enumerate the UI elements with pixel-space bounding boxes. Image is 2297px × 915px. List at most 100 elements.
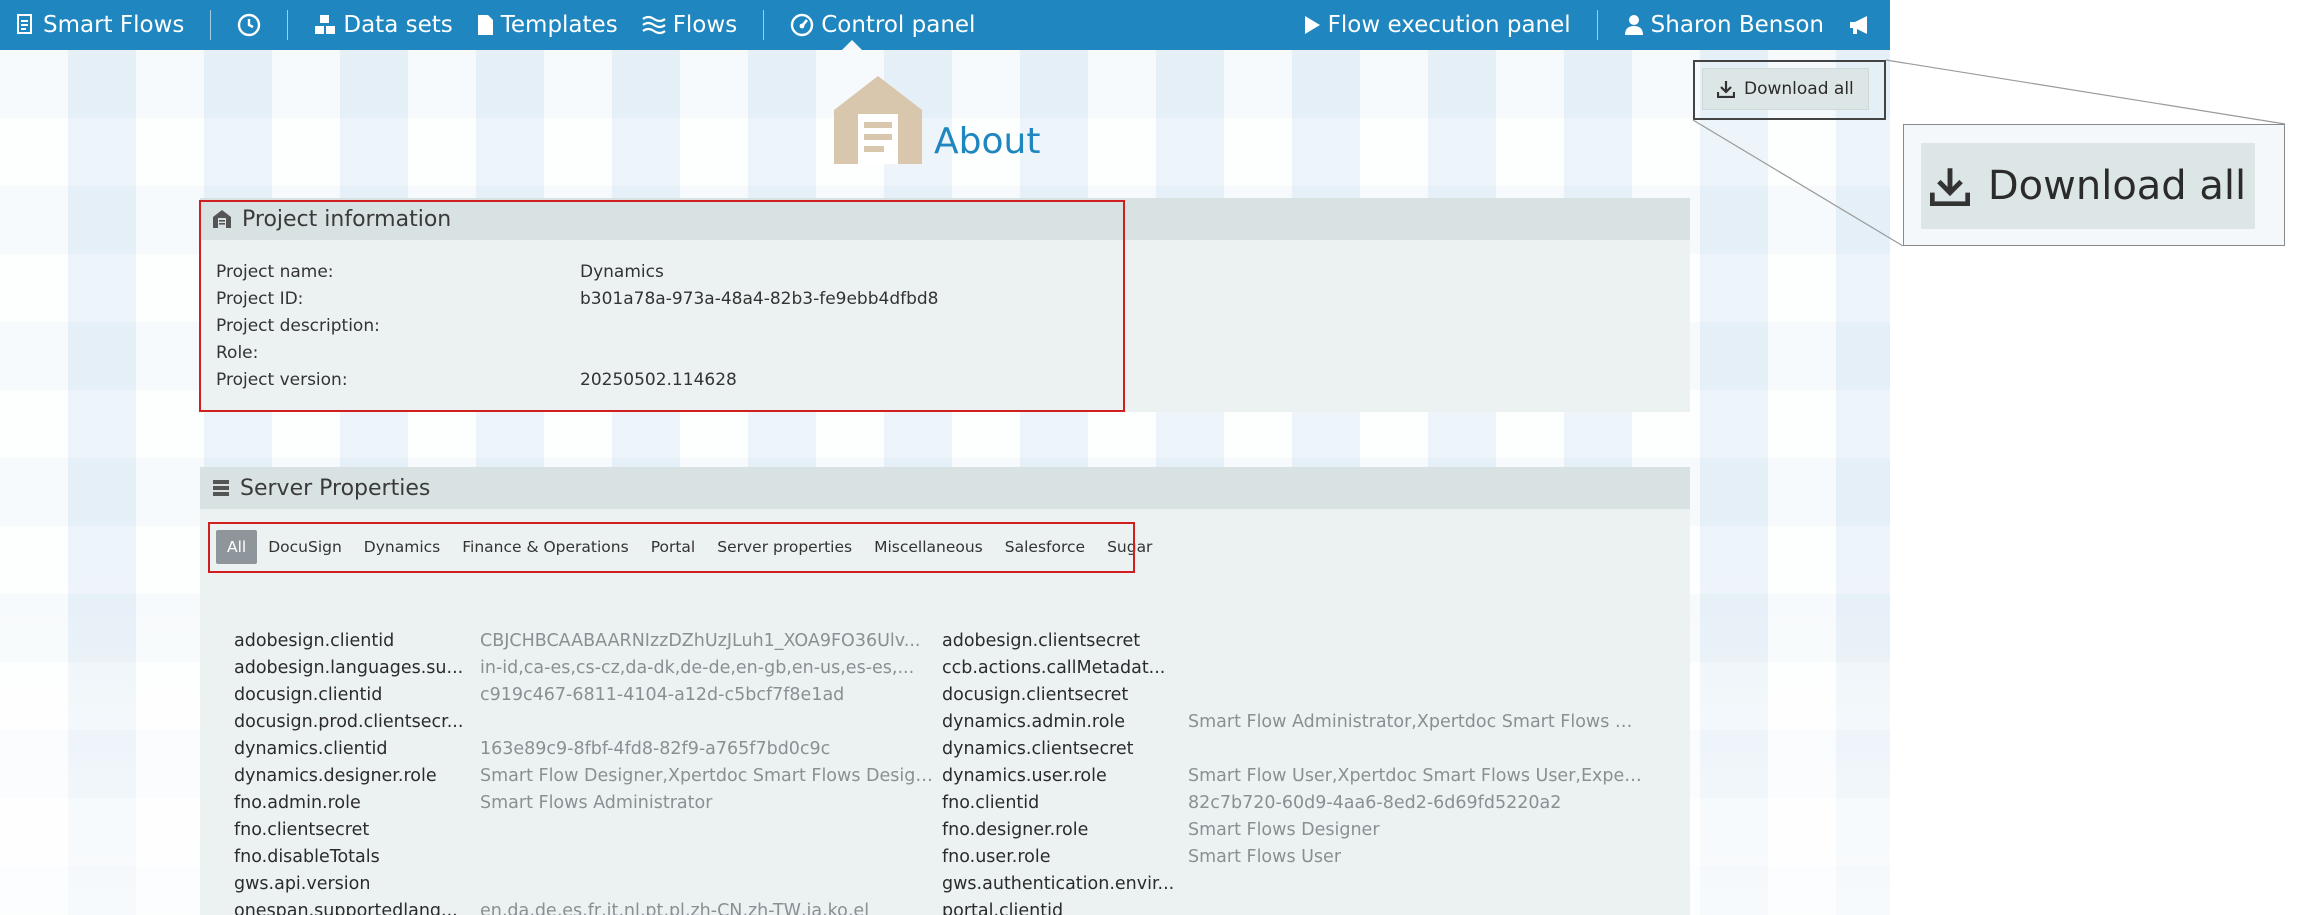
brand-label: Smart Flows	[43, 12, 185, 38]
property-key: ccb.actions.callMetadat...	[942, 657, 1166, 678]
info-value: b301a78a-973a-48a4-82b3-fe9ebb4dfbd8	[580, 288, 939, 309]
property-key: gws.authentication.envir...	[942, 873, 1175, 894]
tab-miscellaneous[interactable]: Miscellaneous	[863, 530, 994, 564]
nav-control-panel[interactable]: Control panel	[778, 0, 987, 50]
property-filter-tabs: All DocuSign Dynamics Finance & Operatio…	[216, 530, 1163, 564]
table-row: dynamics.designer.role Smart Flow Design…	[234, 762, 1644, 789]
property-key: fno.clientsecret	[234, 819, 370, 840]
about-header: About	[830, 74, 1040, 166]
property-value: Smart Flows User	[1188, 846, 1342, 867]
megaphone-icon	[1850, 16, 1867, 34]
user-icon	[1624, 15, 1643, 35]
info-row-project-description: Project description:	[216, 312, 1674, 339]
property-key: fno.designer.role	[942, 819, 1089, 840]
clock-icon	[238, 13, 261, 37]
nav-flow-execution-label: Flow execution panel	[1327, 12, 1571, 38]
building-small-icon	[213, 210, 231, 228]
zoomed-download-all-label: Download all	[1987, 163, 2247, 209]
tab-server-properties[interactable]: Server properties	[706, 530, 863, 564]
property-value: 82c7b720-60d9-4aa6-8ed2-6d69fd5220a2	[1188, 792, 1562, 813]
property-value: 163e89c9-8fbf-4fd8-82f9-a765f7bd0c9c	[480, 738, 831, 759]
active-tab-indicator	[842, 40, 862, 50]
property-key: adobesign.languages.su...	[234, 657, 464, 678]
server-properties-table: adobesign.clientid CBJCHBCAABAARNIzzDZhU…	[234, 627, 1644, 915]
tab-salesforce[interactable]: Salesforce	[994, 530, 1096, 564]
nav-templates[interactable]: Templates	[465, 0, 630, 50]
property-value: CBJCHBCAABAARNIzzDZhUzJLuh1_XOA9FO36Ulv.…	[480, 630, 921, 651]
nav-datasets[interactable]: Data sets	[302, 0, 464, 50]
property-value: Smart Flow User,Xpertdoc Smart Flows Use…	[1188, 765, 1644, 786]
nav-flow-execution-panel[interactable]: Flow execution panel	[1291, 0, 1583, 50]
building-icon	[834, 76, 922, 164]
table-row: adobesign.languages.su... in-id,ca-es,cs…	[234, 654, 1644, 681]
property-value: Smart Flows Administrator	[480, 792, 713, 813]
server-properties-header: Server Properties	[200, 467, 1690, 509]
property-value: Smart Flow Designer,Xpertdoc Smart Flows…	[480, 765, 942, 786]
datasets-icon	[315, 15, 336, 34]
zoomed-download-all-button: Download all	[1921, 143, 2255, 229]
tab-dynamics[interactable]: Dynamics	[353, 530, 451, 564]
top-navbar: Smart Flows Data sets Templates Flows Co…	[0, 0, 1890, 50]
info-row-role: Role:	[216, 339, 1674, 366]
property-key: gws.api.version	[234, 873, 371, 894]
tab-all[interactable]: All	[216, 530, 258, 564]
property-value: Smart Flow Administrator,Xpertdoc Smart …	[1188, 711, 1644, 732]
table-row: adobesign.clientid CBJCHBCAABAARNIzzDZhU…	[234, 627, 1644, 654]
property-value: c919c467-6811-4104-a12d-c5bcf7f8e1ad	[480, 684, 845, 705]
smart-flows-icon	[17, 14, 32, 34]
table-row: onespan.supportedlang... en,da,de,es,fr,…	[234, 897, 1644, 915]
info-value: 20250502.114628	[580, 369, 737, 390]
info-label: Project description:	[216, 315, 380, 336]
download-icon	[1929, 168, 1970, 206]
nav-control-panel-label: Control panel	[821, 12, 976, 38]
nav-separator	[1596, 10, 1598, 40]
project-information-header: Project information	[200, 198, 1690, 240]
property-key: adobesign.clientid	[234, 630, 395, 651]
property-key: docusign.clientsecret	[942, 684, 1129, 705]
table-row: docusign.prod.clientsecr... dynamics.adm…	[234, 708, 1644, 735]
flows-icon	[642, 15, 666, 35]
project-information-panel: Project information Project name: Dynami…	[200, 198, 1690, 412]
property-key: adobesign.clientsecret	[942, 630, 1141, 651]
file-icon	[477, 15, 493, 35]
user-menu[interactable]: Sharon Benson	[1612, 0, 1836, 50]
property-key: fno.admin.role	[234, 792, 361, 813]
announcements-button[interactable]	[1836, 0, 1890, 50]
info-row-project-id: Project ID: b301a78a-973a-48a4-82b3-fe9e…	[216, 285, 1674, 312]
table-row: dynamics.clientid 163e89c9-8fbf-4fd8-82f…	[234, 735, 1644, 762]
server-icon	[213, 480, 229, 496]
property-key: fno.disableTotals	[234, 846, 380, 867]
nav-templates-label: Templates	[500, 12, 618, 38]
table-row: fno.admin.role Smart Flows Administrator…	[234, 789, 1644, 816]
property-key: onespan.supportedlang...	[234, 900, 458, 915]
property-key: dynamics.designer.role	[234, 765, 437, 786]
tab-sugar[interactable]: Sugar	[1096, 530, 1163, 564]
download-callout-frame	[1693, 60, 1886, 120]
property-key: dynamics.admin.role	[942, 711, 1126, 732]
table-row: fno.clientsecret fno.designer.role Smart…	[234, 816, 1644, 843]
info-label: Project version:	[216, 369, 348, 390]
info-label: Role:	[216, 342, 259, 363]
tab-portal[interactable]: Portal	[640, 530, 707, 564]
tab-finance-operations[interactable]: Finance & Operations	[451, 530, 639, 564]
property-key: dynamics.user.role	[942, 765, 1107, 786]
property-key: docusign.clientid	[234, 684, 383, 705]
brand-link[interactable]: Smart Flows	[0, 0, 196, 50]
server-properties-title: Server Properties	[240, 475, 431, 501]
property-key: dynamics.clientsecret	[942, 738, 1134, 759]
project-information-title: Project information	[242, 206, 452, 232]
table-row: fno.disableTotals fno.user.role Smart Fl…	[234, 843, 1644, 870]
project-info-grid: Project name: Dynamics Project ID: b301a…	[200, 240, 1690, 393]
property-key: dynamics.clientid	[234, 738, 388, 759]
nav-flows-label: Flows	[672, 12, 738, 38]
history-button[interactable]	[225, 0, 273, 50]
property-key: fno.user.role	[942, 846, 1051, 867]
tab-docusign[interactable]: DocuSign	[257, 530, 353, 564]
info-value: Dynamics	[580, 261, 664, 282]
nav-separator	[210, 10, 212, 40]
nav-flows[interactable]: Flows	[630, 0, 750, 50]
property-value: Smart Flows Designer	[1188, 819, 1380, 840]
page-title: About	[934, 121, 1041, 162]
user-name: Sharon Benson	[1650, 12, 1824, 38]
property-key: docusign.prod.clientsecr...	[234, 711, 464, 732]
